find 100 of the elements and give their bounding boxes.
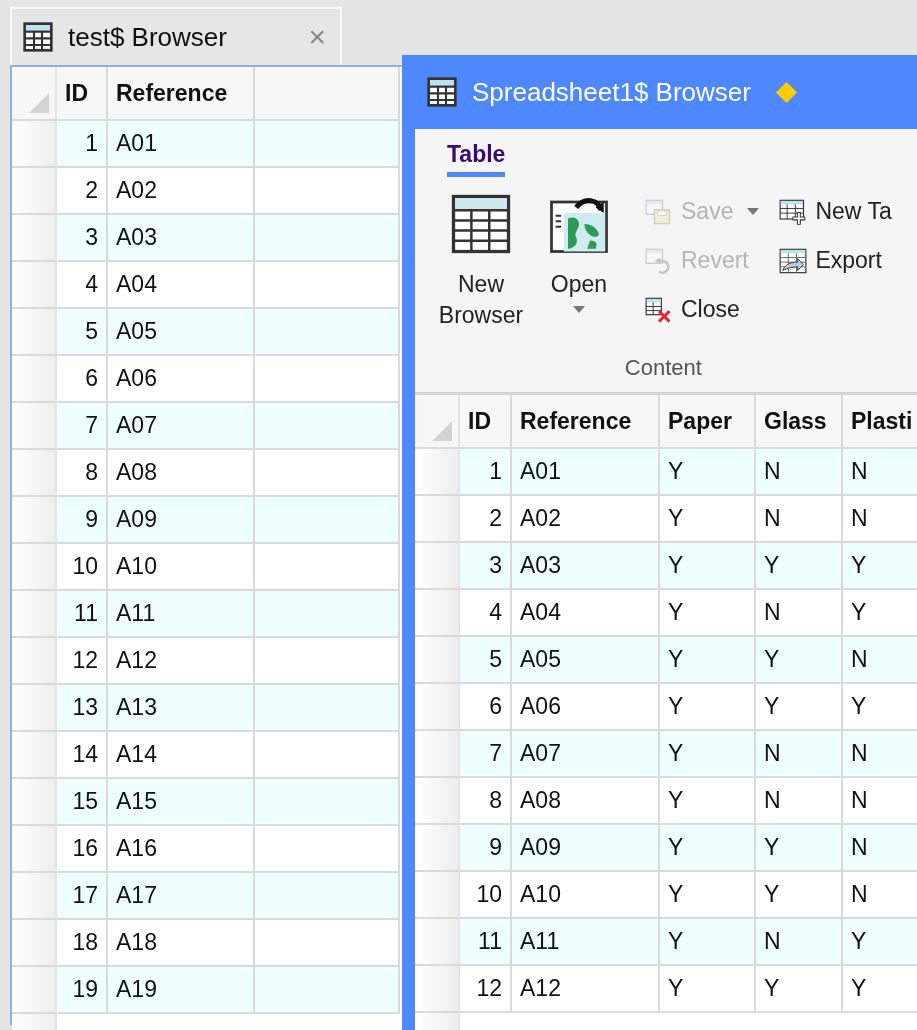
table-cell: Y <box>660 966 756 1013</box>
caret-icon <box>573 306 585 313</box>
table-cell: 11 <box>460 919 512 966</box>
row-header[interactable] <box>12 450 57 497</box>
table-icon <box>22 21 54 53</box>
table-cell: 1 <box>57 121 108 168</box>
table-cell: 9 <box>460 825 512 872</box>
table-cell: 1 <box>460 449 512 496</box>
column-header[interactable]: Paper <box>660 395 756 449</box>
ribbon-button[interactable]: Close <box>645 287 760 332</box>
ribbon-button[interactable]: New Browser <box>435 189 527 331</box>
row-header[interactable] <box>415 590 460 637</box>
table-cell: 15 <box>57 779 108 826</box>
row-header[interactable] <box>12 732 57 779</box>
window-title: Spreadsheet1$ Browser <box>472 76 751 108</box>
table-cell: 9 <box>57 497 108 544</box>
caret-icon <box>747 208 760 215</box>
row-header[interactable] <box>415 825 460 872</box>
button-label: Revert <box>681 247 749 274</box>
button-label: New Browser <box>437 270 525 330</box>
table-cell: A05 <box>108 309 255 356</box>
row-header[interactable] <box>12 591 57 638</box>
row-header[interactable] <box>415 449 460 496</box>
add-table-icon <box>779 197 808 226</box>
table-cell: N <box>756 731 843 778</box>
button-label: Close <box>681 296 740 323</box>
undo-icon <box>645 246 673 275</box>
row-header[interactable] <box>415 684 460 731</box>
table-cell: Y <box>756 966 843 1013</box>
group-label: Content <box>624 355 702 381</box>
table-cell: 11 <box>57 591 108 638</box>
table-cell: Y <box>660 825 756 872</box>
row-header[interactable] <box>415 919 460 966</box>
row-header[interactable] <box>12 121 57 168</box>
ribbon-tab[interactable]: Table <box>447 141 506 177</box>
table-cell: A15 <box>108 779 255 826</box>
row-header[interactable] <box>415 872 460 919</box>
column-header[interactable]: ID <box>57 67 108 121</box>
table-cell: 19 <box>57 967 108 1014</box>
ribbon-button[interactable]: Export <box>779 238 892 283</box>
table-cell: 12 <box>460 966 512 1013</box>
row-header[interactable] <box>12 544 57 591</box>
button-label: Export <box>815 247 882 274</box>
table-cell: A01 <box>512 449 660 496</box>
button-label: New Ta <box>815 198 892 225</box>
table-cell: A03 <box>512 543 660 590</box>
table-cell: A09 <box>512 825 660 872</box>
row-header[interactable] <box>12 826 57 873</box>
row-header[interactable] <box>415 543 460 590</box>
row-header[interactable] <box>12 309 57 356</box>
table-cell: 5 <box>57 309 108 356</box>
save-icon <box>645 197 673 226</box>
table-cell: A13 <box>108 685 255 732</box>
column-header[interactable]: Plasti <box>843 395 917 449</box>
row-header[interactable] <box>12 497 57 544</box>
column-header[interactable]: Glass <box>756 395 843 449</box>
table-cell: 7 <box>460 731 512 778</box>
ribbon-button[interactable]: Open <box>533 189 625 313</box>
select-all-corner[interactable] <box>12 67 57 121</box>
table-cell: A07 <box>512 731 660 778</box>
row-header[interactable] <box>12 779 57 826</box>
row-header[interactable] <box>12 262 57 309</box>
table-icon <box>426 76 458 108</box>
table-cell: A05 <box>512 637 660 684</box>
document-tab[interactable]: test$ Browser × <box>10 7 342 65</box>
table-cell: N <box>843 637 917 684</box>
table-cell: N <box>843 449 917 496</box>
table-cell: Y <box>756 825 843 872</box>
row-header[interactable] <box>12 638 57 685</box>
row-header[interactable] <box>12 873 57 920</box>
row-header[interactable] <box>12 356 57 403</box>
select-all-corner[interactable] <box>415 395 460 449</box>
column-header[interactable]: Reference <box>512 395 660 449</box>
table-cell: 13 <box>57 685 108 732</box>
row-header[interactable] <box>415 637 460 684</box>
table-cell: Y <box>843 919 917 966</box>
row-header[interactable] <box>415 496 460 543</box>
table-cell: 3 <box>57 215 108 262</box>
export-icon <box>779 246 808 275</box>
row-header[interactable] <box>12 403 57 450</box>
table-cell: N <box>756 919 843 966</box>
table-cell: 3 <box>460 543 512 590</box>
tab-title: test$ Browser <box>68 21 228 53</box>
column-header[interactable]: ID <box>460 395 512 449</box>
table-cell: N <box>756 449 843 496</box>
row-header[interactable] <box>415 966 460 1013</box>
row-header[interactable] <box>12 685 57 732</box>
table-cell: A17 <box>108 873 255 920</box>
ribbon-button[interactable]: New Ta <box>779 189 892 234</box>
table-cell: A07 <box>108 403 255 450</box>
row-header[interactable] <box>12 168 57 215</box>
row-header[interactable] <box>12 967 57 1014</box>
table-cell: 7 <box>57 403 108 450</box>
column-header[interactable]: Reference <box>108 67 255 121</box>
row-header[interactable] <box>12 920 57 967</box>
table-cell: Y <box>660 543 756 590</box>
row-header[interactable] <box>415 778 460 825</box>
row-header[interactable] <box>415 731 460 778</box>
table-cell: A19 <box>108 967 255 1014</box>
row-header[interactable] <box>12 215 57 262</box>
